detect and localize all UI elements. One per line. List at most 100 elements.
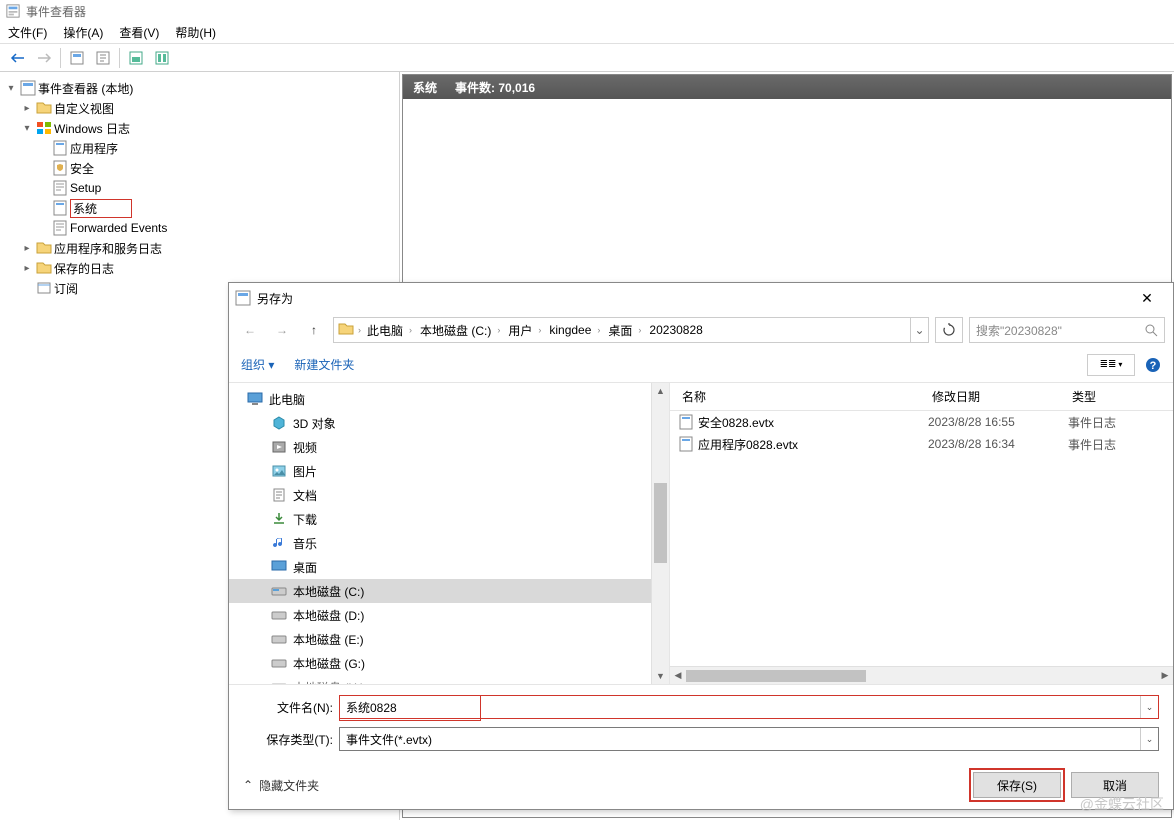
col-name[interactable]: 名称 bbox=[678, 388, 928, 405]
tree-forwarded[interactable]: Forwarded Events bbox=[0, 218, 399, 238]
toolbar-btn-2[interactable] bbox=[91, 47, 115, 69]
tree-security[interactable]: 安全 bbox=[0, 158, 399, 178]
bc-kingdee[interactable]: kingdee› bbox=[547, 323, 602, 337]
file-list-header: 名称 修改日期 类型 bbox=[670, 383, 1173, 411]
file-list: 名称 修改日期 类型 安全0828.evtx 2023/8/28 16:55 事… bbox=[669, 383, 1173, 684]
save-button[interactable]: 保存(S) bbox=[973, 772, 1061, 798]
window-title: 事件查看器 bbox=[26, 3, 86, 20]
file-icon bbox=[678, 414, 694, 430]
chevron-down-icon[interactable]: ⌄ bbox=[1140, 728, 1158, 750]
menu-file[interactable]: 文件(F) bbox=[8, 24, 47, 41]
tree-setup[interactable]: Setup bbox=[0, 178, 399, 198]
bc-disk-c[interactable]: 本地磁盘 (C:)› bbox=[418, 322, 502, 339]
expand-icon[interactable]: ▸ bbox=[20, 103, 34, 114]
side-disk-c[interactable]: 本地磁盘 (C:) bbox=[229, 579, 651, 603]
side-thispc[interactable]: 此电脑 bbox=[229, 387, 651, 411]
expand-icon[interactable]: ▾ bbox=[4, 83, 18, 94]
content-heading: 系统 bbox=[413, 79, 437, 96]
dialog-title: 另存为 bbox=[257, 290, 293, 307]
file-hscrollbar[interactable]: ◀ ▶ bbox=[670, 666, 1173, 684]
event-count: 事件数: 70,016 bbox=[455, 79, 535, 96]
bc-leaf[interactable]: 20230828 bbox=[647, 323, 704, 337]
menu-action[interactable]: 操作(A) bbox=[63, 24, 103, 41]
separator bbox=[60, 48, 61, 68]
chevron-up-icon: ⌃ bbox=[243, 778, 253, 792]
expand-icon[interactable]: ▸ bbox=[20, 263, 34, 274]
toolbar bbox=[0, 44, 1174, 72]
view-mode-button[interactable]: ≣≣▾ bbox=[1087, 354, 1135, 376]
dialog-toolbar: 组织 ▾ 新建文件夹 ≣≣▾ ? bbox=[229, 347, 1173, 383]
folder-icon bbox=[338, 321, 354, 337]
tree-windows-logs[interactable]: ▾ Windows 日志 bbox=[0, 118, 399, 138]
scroll-thumb[interactable] bbox=[686, 670, 866, 682]
bc-desktop[interactable]: 桌面› bbox=[606, 322, 643, 339]
hide-folders-toggle[interactable]: ⌃ 隐藏文件夹 bbox=[243, 777, 319, 794]
content-header: 系统 事件数: 70,016 bbox=[403, 75, 1171, 99]
nav-forward[interactable]: → bbox=[269, 318, 295, 342]
file-row[interactable]: 安全0828.evtx 2023/8/28 16:55 事件日志 bbox=[670, 411, 1173, 433]
tree-system[interactable]: 系统 bbox=[0, 198, 399, 218]
tree-custom-views[interactable]: ▸ 自定义视图 bbox=[0, 98, 399, 118]
help-icon[interactable]: ? bbox=[1145, 357, 1161, 373]
dialog-nav: ← → ↑ › 此电脑› 本地磁盘 (C:)› 用户› kingdee› 桌面›… bbox=[229, 313, 1173, 347]
tree-application[interactable]: 应用程序 bbox=[0, 138, 399, 158]
col-date[interactable]: 修改日期 bbox=[928, 388, 1068, 405]
filename-label: 文件名(N): bbox=[243, 699, 333, 716]
toolbar-btn-1[interactable] bbox=[65, 47, 89, 69]
dialog-sidebar: 此电脑 3D 对象 视频 图片 文档 下载 音乐 桌面 本地磁盘 (C:) 本地… bbox=[229, 383, 669, 684]
side-documents[interactable]: 文档 bbox=[229, 483, 651, 507]
new-folder-button[interactable]: 新建文件夹 bbox=[294, 356, 354, 373]
scroll-right-icon[interactable]: ▶ bbox=[1157, 670, 1173, 681]
dialog-footer: ⌃ 隐藏文件夹 保存(S) 取消 bbox=[229, 761, 1173, 809]
filename-input[interactable]: 系统0828 ⌄ bbox=[339, 695, 1159, 719]
scroll-thumb[interactable] bbox=[654, 483, 667, 563]
refresh-button[interactable] bbox=[935, 317, 963, 343]
nav-back[interactable]: ← bbox=[237, 318, 263, 342]
side-downloads[interactable]: 下载 bbox=[229, 507, 651, 531]
search-box[interactable]: 搜索"20230828" bbox=[969, 317, 1165, 343]
side-desktop[interactable]: 桌面 bbox=[229, 555, 651, 579]
filetype-select[interactable]: 事件文件(*.evtx) ⌄ bbox=[339, 727, 1159, 751]
forward-button[interactable] bbox=[32, 47, 56, 69]
side-disk-h[interactable]: 本地磁盘 (H:) bbox=[229, 675, 651, 684]
side-disk-e[interactable]: 本地磁盘 (E:) bbox=[229, 627, 651, 651]
filetype-label: 保存类型(T): bbox=[243, 731, 333, 748]
side-3dobjects[interactable]: 3D 对象 bbox=[229, 411, 651, 435]
tree-root[interactable]: ▾ 事件查看器 (本地) bbox=[0, 78, 399, 98]
side-music[interactable]: 音乐 bbox=[229, 531, 651, 555]
expand-icon[interactable]: ▸ bbox=[20, 243, 34, 254]
sidebar-scrollbar[interactable]: ▲ ▼ bbox=[651, 383, 669, 684]
chevron-down-icon[interactable]: ⌄ bbox=[1140, 696, 1158, 718]
side-disk-d[interactable]: 本地磁盘 (D:) bbox=[229, 603, 651, 627]
svg-text:?: ? bbox=[1150, 360, 1157, 372]
breadcrumb[interactable]: › 此电脑› 本地磁盘 (C:)› 用户› kingdee› 桌面› 20230… bbox=[333, 317, 929, 343]
bc-thispc[interactable]: 此电脑› bbox=[365, 322, 414, 339]
app-icon bbox=[235, 290, 251, 306]
side-disk-g[interactable]: 本地磁盘 (G:) bbox=[229, 651, 651, 675]
close-button[interactable]: ✕ bbox=[1127, 286, 1167, 310]
expand-icon[interactable]: ▾ bbox=[20, 123, 34, 134]
side-pictures[interactable]: 图片 bbox=[229, 459, 651, 483]
tree-saved-logs[interactable]: ▸ 保存的日志 bbox=[0, 258, 399, 278]
pc-icon bbox=[247, 391, 263, 407]
side-videos[interactable]: 视频 bbox=[229, 435, 651, 459]
toolbar-btn-4[interactable] bbox=[150, 47, 174, 69]
scroll-left-icon[interactable]: ◀ bbox=[670, 670, 686, 681]
col-type[interactable]: 类型 bbox=[1068, 388, 1173, 405]
file-row[interactable]: 应用程序0828.evtx 2023/8/28 16:34 事件日志 bbox=[670, 433, 1173, 455]
nav-up[interactable]: ↑ bbox=[301, 318, 327, 342]
scroll-up-icon[interactable]: ▲ bbox=[652, 383, 669, 399]
bc-users[interactable]: 用户› bbox=[506, 322, 543, 339]
back-button[interactable] bbox=[6, 47, 30, 69]
dialog-titlebar: 另存为 ✕ bbox=[229, 283, 1173, 313]
search-placeholder: 搜索"20230828" bbox=[976, 322, 1062, 339]
window-titlebar: 事件查看器 bbox=[0, 0, 1174, 22]
toolbar-btn-3[interactable] bbox=[124, 47, 148, 69]
scroll-down-icon[interactable]: ▼ bbox=[652, 668, 669, 684]
menu-help[interactable]: 帮助(H) bbox=[175, 24, 216, 41]
save-as-dialog: 另存为 ✕ ← → ↑ › 此电脑› 本地磁盘 (C:)› 用户› kingde… bbox=[228, 282, 1174, 810]
breadcrumb-dropdown[interactable]: ⌄ bbox=[910, 318, 928, 342]
tree-app-svc-logs[interactable]: ▸ 应用程序和服务日志 bbox=[0, 238, 399, 258]
menu-view[interactable]: 查看(V) bbox=[119, 24, 159, 41]
organize-menu[interactable]: 组织 ▾ bbox=[241, 356, 274, 373]
